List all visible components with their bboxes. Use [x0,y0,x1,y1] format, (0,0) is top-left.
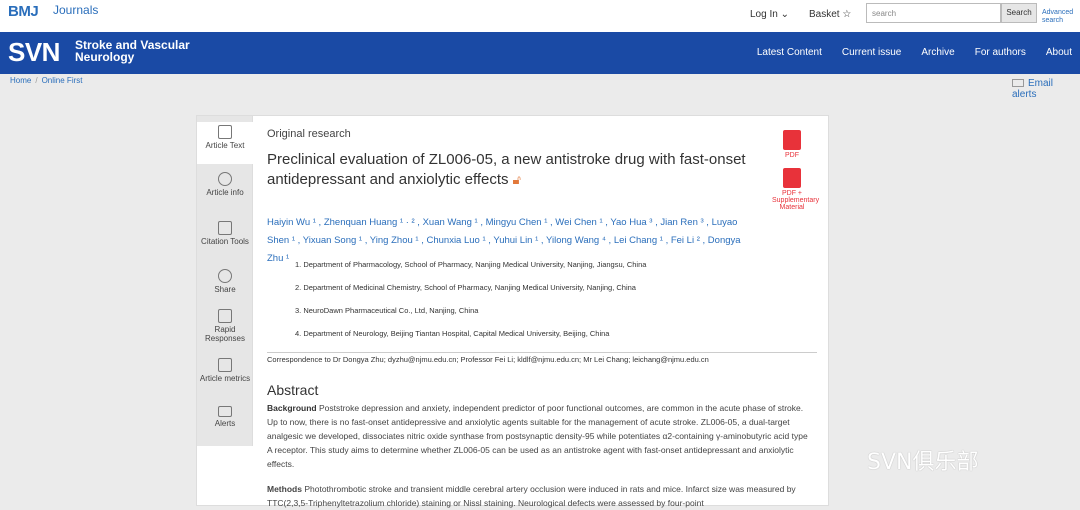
bmj-logo[interactable]: BMJ [8,3,39,20]
divider [267,352,817,353]
affiliation-item: 1. Department of Pharmacology, School of… [295,260,647,269]
envelope-icon [1012,79,1024,88]
sidebar-item-citation-tools[interactable]: Citation Tools [197,221,253,246]
search-button[interactable]: Search [1001,3,1037,23]
abstract-background: Background Poststroke depression and anx… [267,401,812,471]
open-access-icon: 🔓︎ [512,172,521,187]
affiliation-item: 2. Department of Medicinal Chemistry, Sc… [295,283,636,292]
journal-name[interactable]: Stroke and Vascular Neurology [75,39,205,63]
nav-about[interactable]: About [1046,47,1072,58]
nav-archive[interactable]: Archive [921,47,954,58]
sidebar-item-label: Article Text [205,141,245,150]
article-card: Article Text Article info Citation Tools… [196,115,829,508]
sidebar-item-share[interactable]: Share [197,269,253,294]
breadcrumb: Home / Online First [10,76,82,85]
background-label: Background [267,403,317,413]
nav-for-authors[interactable]: For authors [975,47,1026,58]
share-icon [218,269,232,283]
sidebar-item-article-info[interactable]: Article info [197,172,253,197]
sidebar-item-label: Share [214,285,236,294]
top-bar: BMJ Journals Log In ⌄ Basket ☆ search Se… [0,0,1080,32]
nav-latest-content[interactable]: Latest Content [757,47,822,58]
sidebar-item-article-metrics[interactable]: Article metrics [197,358,253,383]
pdf-icon [783,130,801,150]
email-alerts-link[interactable]: Email alerts [1012,78,1080,100]
affiliation-item: 4. Department of Neurology, Beijing Tian… [295,329,610,338]
pdf-icon [783,168,801,188]
sidebar-item-article-text[interactable]: Article Text [197,122,254,164]
pdf-label: PDF [785,152,799,159]
advanced-search-link[interactable]: Advanced search [1042,9,1078,25]
background-text: Poststroke depression and anxiety, indep… [267,403,808,469]
reply-icon [218,309,232,323]
envelope-icon [218,406,232,417]
affiliations-list: 1. Department of Pharmacology, School of… [295,260,646,352]
methods-text: Photothrombotic stroke and transient mid… [267,484,796,508]
breadcrumb-online-first[interactable]: Online First [42,76,83,85]
metrics-icon [218,358,232,372]
breadcrumb-home[interactable]: Home [10,76,31,85]
pdf-supplementary-button[interactable]: PDF + Supplementary Material [772,168,820,211]
pdf-supplementary-label: PDF + Supplementary Material [772,190,820,211]
methods-label: Methods [267,484,302,494]
sidebar-item-label: Rapid Responses [204,325,246,343]
svn-logo[interactable]: SVN [8,37,60,68]
article-title-text: Preclinical evaluation of ZL006-05, a ne… [267,151,746,188]
nav-current-issue[interactable]: Current issue [842,47,901,58]
login-link[interactable]: Log In ⌄ [750,9,789,20]
citation-icon [218,221,232,235]
sidebar-item-rapid-responses[interactable]: Rapid Responses [197,309,253,343]
sidebar-item-label: Citation Tools [201,237,249,246]
sidebar-item-label: Alerts [214,419,236,428]
correspondence: Correspondence to Dr Dongya Zhu; dyzhu@n… [267,355,709,364]
affiliation-item: 3. NeuroDawn Pharmaceutical Co., Ltd, Na… [295,306,479,315]
info-icon [218,172,232,186]
sidebar-item-alerts[interactable]: Alerts [197,406,253,428]
sidebar-item-label: Article metrics [199,374,251,383]
nav-links: Latest Content Current issue Archive For… [737,47,1072,58]
journal-navbar: SVN Stroke and Vascular Neurology Latest… [0,32,1080,74]
sidebar-item-label: Article info [206,188,244,197]
breadcrumb-separator: / [35,76,38,85]
article-type: Original research [267,128,351,140]
journals-label[interactable]: Journals [53,3,98,17]
article-title: Preclinical evaluation of ZL006-05, a ne… [267,150,757,190]
pdf-button[interactable]: PDF [777,130,807,159]
basket-link[interactable]: Basket ☆ [809,9,851,20]
document-icon [218,125,232,139]
search-input[interactable]: search [866,3,1001,23]
abstract-heading: Abstract [267,382,319,398]
article-sidebar: Article Text Article info Citation Tools… [197,116,254,446]
watermark: SVN俱乐部 [867,450,979,475]
